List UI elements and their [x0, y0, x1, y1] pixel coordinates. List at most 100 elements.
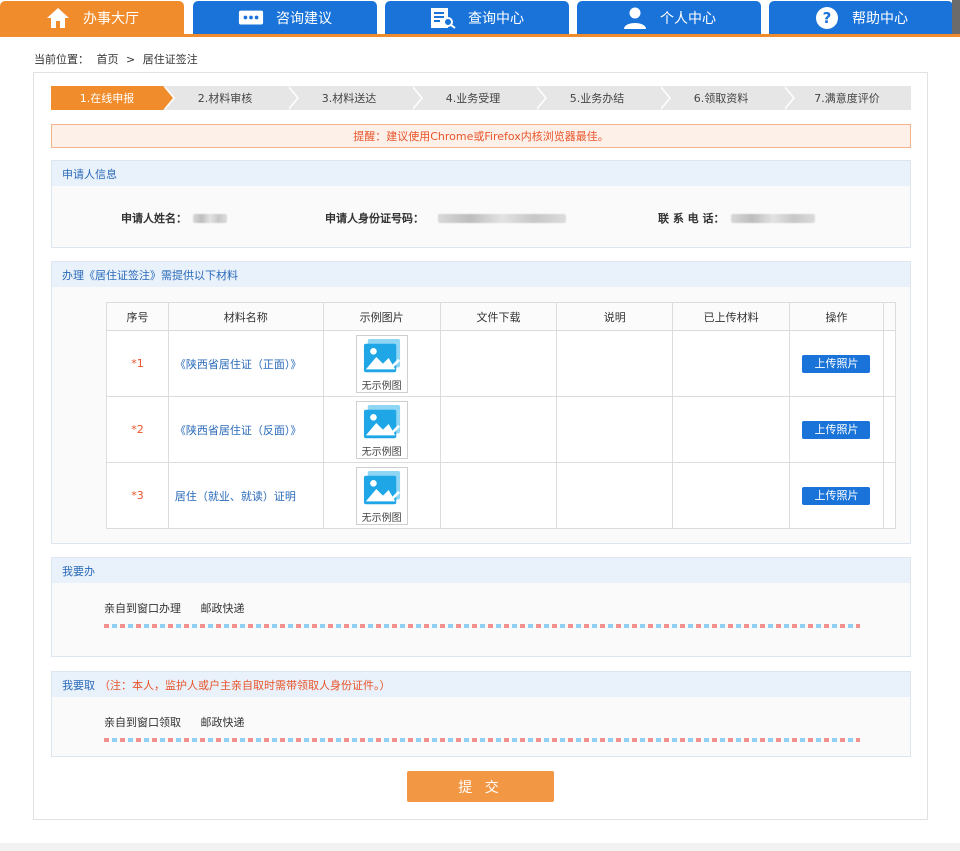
applicant-id-field: 申请人身份证号码：: [325, 210, 566, 226]
breadcrumb: 当前位置： 首页 > 居住证签注: [34, 51, 202, 67]
sample-image[interactable]: 无示例图: [355, 334, 408, 393]
applicant-name-field: 申请人姓名：: [121, 210, 227, 226]
col-header: 材料名称: [167, 302, 324, 331]
spacer-cell: [882, 396, 897, 463]
materials-section: 办理《居住证签注》需提供以下材料 序号 材料名称 示例图片 文件下载 说明 已上…: [51, 261, 911, 544]
description-cell: [556, 462, 674, 529]
nav-tab-consult[interactable]: 咨询建议: [193, 1, 377, 34]
step-5: 5.业务办结: [535, 86, 671, 110]
step-label: 5.业务办结: [569, 92, 625, 105]
step-7: 7.满意度评价: [783, 86, 911, 110]
step-label: 3.材料送达: [321, 92, 377, 105]
table-header-row: 序号 材料名称 示例图片 文件下载 说明 已上传材料 操作: [106, 302, 897, 331]
nav-underline: [0, 34, 960, 37]
step-label: 4.业务受理: [445, 92, 501, 105]
nav-tab-help[interactable]: ? 帮助中心: [769, 1, 953, 34]
col-header: 说明: [556, 302, 674, 331]
applicant-name-value-redacted: [193, 213, 227, 223]
page-bottom-strip: [0, 843, 960, 851]
step-6: 6.领取资料: [659, 86, 795, 110]
download-cell: [439, 396, 558, 463]
step-label: 6.领取资料: [693, 92, 749, 105]
pickup-option-post[interactable]: 邮政快递: [201, 716, 245, 729]
sample-caption: 无示例图: [361, 512, 402, 524]
image-placeholder-icon: [363, 404, 400, 438]
step-3: 3.材料送达: [287, 86, 423, 110]
svg-text:?: ?: [823, 9, 832, 27]
pickup-note: （注：本人，监护人或户主亲自取时需带领取人身份证件。）: [99, 678, 391, 692]
col-header: 操作: [789, 302, 884, 331]
applicant-name-label: 申请人姓名：: [121, 212, 187, 225]
upload-photo-button[interactable]: 上传照片: [802, 420, 871, 439]
uploaded-cell: [672, 330, 790, 397]
nav-tab-personal[interactable]: 个人中心: [577, 1, 761, 34]
upload-photo-button[interactable]: 上传照片: [802, 354, 871, 373]
step-label: 1.在线申报: [79, 92, 135, 105]
top-navigation: 办事大厅 咨询建议 查询中心 个人中心 ? 帮助中心: [0, 0, 960, 37]
handle-method-section: 我要办 亲自到窗口办理 邮政快递: [51, 557, 911, 657]
col-header: 已上传材料: [672, 302, 790, 331]
help-icon: ?: [814, 6, 840, 29]
handle-option-post[interactable]: 邮政快递: [201, 602, 245, 615]
col-header: 文件下载: [439, 302, 558, 331]
step-label: 7.满意度评价: [814, 92, 880, 105]
home-icon: [45, 7, 71, 29]
section-title: 我要办: [62, 564, 95, 578]
section-header: 我要取 （注：本人，监护人或户主亲自取时需带领取人身份证件。）: [52, 672, 910, 697]
col-header-spacer: [882, 302, 897, 331]
table-row: *1 《陕西省居住证（正面）》 无示例图 上传照片: [106, 330, 897, 397]
applicant-phone-field: 联 系 电 话：: [658, 210, 815, 226]
upload-photo-button[interactable]: 上传照片: [802, 486, 871, 505]
col-header: 序号: [106, 302, 169, 331]
row-number: *1: [106, 330, 169, 397]
chat-icon: [238, 7, 264, 29]
browser-tip: 提醒：建议使用Chrome或Firefox内核浏览器最佳。: [51, 124, 911, 148]
nav-tab-service-hall[interactable]: 办事大厅: [0, 1, 184, 34]
nav-tab-query[interactable]: 查询中心: [385, 1, 569, 34]
dashed-divider: [104, 738, 860, 742]
nav-tab-label: 查询中心: [468, 10, 524, 27]
material-name-link[interactable]: 居住（就业、就读）证明: [167, 462, 324, 529]
breadcrumb-home-link[interactable]: 首页: [97, 53, 119, 66]
action-cell: 上传照片: [789, 330, 884, 397]
pickup-method-section: 我要取 （注：本人，监护人或户主亲自取时需带领取人身份证件。） 亲自到窗口领取 …: [51, 671, 911, 757]
step-4: 4.业务受理: [411, 86, 547, 110]
table-row: *2 《陕西省居住证（反面）》 无示例图 上传照片: [106, 396, 897, 463]
pickup-options: 亲自到窗口领取 邮政快递: [104, 714, 261, 730]
step-1: 1.在线申报: [51, 86, 175, 110]
nav-tab-label: 帮助中心: [852, 10, 908, 27]
action-cell: 上传照片: [789, 396, 884, 463]
sample-caption: 无示例图: [361, 380, 402, 392]
spacer-cell: [882, 462, 897, 529]
submit-button[interactable]: 提 交: [407, 771, 554, 802]
applicant-id-label: 申请人身份证号码：: [325, 212, 424, 225]
row-number: *3: [106, 462, 169, 529]
uploaded-cell: [672, 396, 790, 463]
applicant-phone-label: 联 系 电 话：: [658, 212, 725, 225]
sample-image[interactable]: 无示例图: [355, 400, 408, 459]
applicant-id-value-redacted: [438, 213, 566, 223]
applicant-phone-value-redacted: [730, 213, 815, 223]
material-name-link[interactable]: 《陕西省居住证（正面）》: [167, 330, 324, 397]
breadcrumb-current: 居住证签注: [142, 53, 198, 66]
dashed-divider: [104, 624, 860, 628]
step-label: 2.材料审核: [197, 92, 253, 105]
sample-image[interactable]: 无示例图: [355, 466, 408, 525]
sample-cell: 无示例图: [322, 462, 441, 529]
breadcrumb-separator: >: [126, 53, 136, 66]
pickup-option-window[interactable]: 亲自到窗口领取: [104, 716, 181, 729]
section-title: 办理《居住证签注》需提供以下材料: [62, 268, 238, 282]
material-name-link[interactable]: 《陕西省居住证（反面）》: [167, 396, 324, 463]
action-cell: 上传照片: [789, 462, 884, 529]
col-header: 示例图片: [322, 302, 441, 331]
spacer-cell: [882, 330, 897, 397]
image-placeholder-icon: [363, 470, 400, 504]
table-row: *3 居住（就业、就读）证明 无示例图 上传照片: [106, 462, 897, 529]
handle-options: 亲自到窗口办理 邮政快递: [104, 600, 261, 616]
applicant-section: 申请人信息 申请人姓名： 申请人身份证号码： 联 系 电 话：: [51, 160, 911, 248]
handle-option-window[interactable]: 亲自到窗口办理: [104, 602, 181, 615]
nav-tab-label: 咨询建议: [276, 10, 332, 27]
nav-tab-label: 办事大厅: [83, 10, 139, 27]
breadcrumb-prefix: 当前位置：: [34, 53, 89, 66]
sample-cell: 无示例图: [322, 330, 441, 397]
